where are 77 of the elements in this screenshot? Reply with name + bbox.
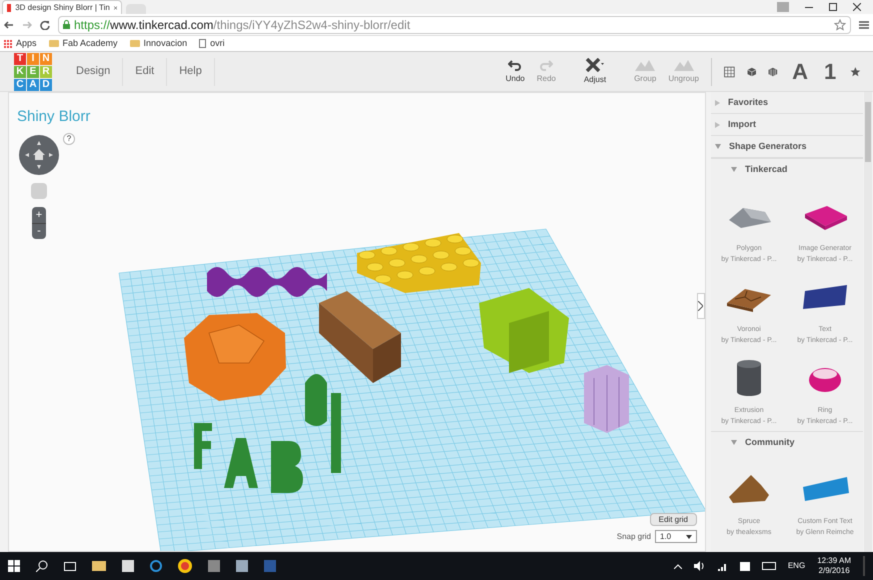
section-header[interactable]: Shape Generators [711, 136, 863, 158]
lock-icon [63, 20, 70, 29]
caret-icon [686, 534, 692, 538]
menu-item[interactable]: Edit [123, 58, 168, 86]
clock-time[interactable]: 12:39 AM [817, 556, 851, 566]
section-header[interactable]: Favorites [711, 92, 863, 114]
apps-grid-icon [4, 40, 12, 48]
chevron-icon [698, 301, 703, 311]
language-indicator[interactable]: ENG [788, 560, 806, 572]
view-cube-control[interactable] [19, 135, 59, 175]
back-icon[interactable] [4, 20, 14, 30]
caret-right-icon [715, 100, 720, 106]
chevron-up-icon[interactable] [674, 564, 682, 568]
mountains-icon [674, 58, 694, 70]
logo-letter: I [27, 52, 39, 64]
ruler-tools-icon [584, 58, 605, 72]
logo-letter: T [14, 52, 26, 64]
panel-tab[interactable]: A [790, 60, 810, 82]
star-icon[interactable] [834, 18, 846, 30]
zoom-in-button[interactable]: + [32, 207, 46, 223]
bookmark-item[interactable]: Fab Academy [48, 36, 118, 50]
panel-tab[interactable]: 1 [822, 60, 838, 82]
caret-right-icon [715, 122, 720, 128]
design-title: Shiny Blorr [17, 108, 90, 125]
menu-icon[interactable] [859, 20, 869, 30]
address-field[interactable]: https://www.tinkercad.com/things/iYY4yZhS2w4-shiny-blorr/edit [58, 16, 851, 34]
caret-down-icon [715, 144, 721, 149]
help-button[interactable]: ? [63, 133, 75, 145]
logo-letter: C [14, 78, 26, 90]
search-icon[interactable] [36, 560, 48, 572]
tab-title: 3D design Shiny Blorr | Tin [15, 2, 110, 14]
tinkercad-logo[interactable]: T I N K E R C A D [14, 52, 52, 90]
restore-icon[interactable] [829, 3, 837, 11]
tab-favicon-icon [7, 4, 12, 12]
page-icon [199, 39, 206, 48]
collapse-panel-handle[interactable] [697, 293, 705, 319]
caret-down-icon [731, 167, 737, 172]
toolbar-button[interactable]: Adjust [584, 58, 606, 86]
minimize-icon[interactable] [805, 6, 813, 8]
logo-letter: D [40, 78, 52, 90]
section-header[interactable]: Tinkercad [711, 158, 863, 180]
logo-letter: K [14, 66, 26, 78]
zoom-out-button[interactable]: - [32, 223, 46, 239]
column-shape [584, 365, 629, 433]
menu-item[interactable]: Help [167, 58, 215, 86]
keyboard-icon[interactable] [762, 562, 776, 570]
logo-letter: N [40, 52, 52, 64]
snap-grid-label: Snap grid [616, 530, 651, 542]
url-text: https://www.tinkercad.com/things/iYY4yZhS2w4-shiny-blorr/edit [74, 16, 410, 34]
bookmark-item[interactable]: Innovacion [130, 36, 188, 50]
speaker-icon[interactable] [694, 561, 706, 571]
clock-date[interactable]: 2/9/2016 [818, 566, 850, 576]
close-icon[interactable] [114, 4, 117, 10]
logo-letter: R [40, 66, 52, 78]
undo-icon [508, 58, 522, 70]
mountains-icon [635, 58, 656, 70]
reload-icon[interactable] [40, 20, 50, 30]
section-header[interactable]: Import [711, 114, 863, 136]
network-icon[interactable] [718, 561, 728, 571]
bookmark-item[interactable]: ovri [199, 36, 225, 50]
windows-icon[interactable] [8, 560, 20, 572]
task-view-icon[interactable] [64, 562, 76, 570]
toolbar-button[interactable]: Undo [506, 58, 525, 84]
caret-down-icon [731, 440, 737, 445]
logo-letter: A [27, 78, 39, 90]
folder-icon [48, 40, 59, 47]
folder-icon [130, 40, 140, 47]
section-header[interactable]: Community [711, 431, 863, 453]
menu-item[interactable]: Design [64, 58, 124, 86]
browser-tab[interactable]: 3D design Shiny Blorr | Tin [2, 0, 122, 14]
logo-letter: E [27, 66, 39, 78]
edit-grid-button[interactable]: Edit grid [650, 513, 697, 526]
scrollbar[interactable] [864, 92, 872, 552]
redo-icon [539, 58, 554, 70]
snap-grid-select[interactable]: 1.0 [655, 530, 697, 543]
bookmark-item[interactable]: Apps [4, 36, 37, 50]
close-icon[interactable] [853, 3, 861, 11]
